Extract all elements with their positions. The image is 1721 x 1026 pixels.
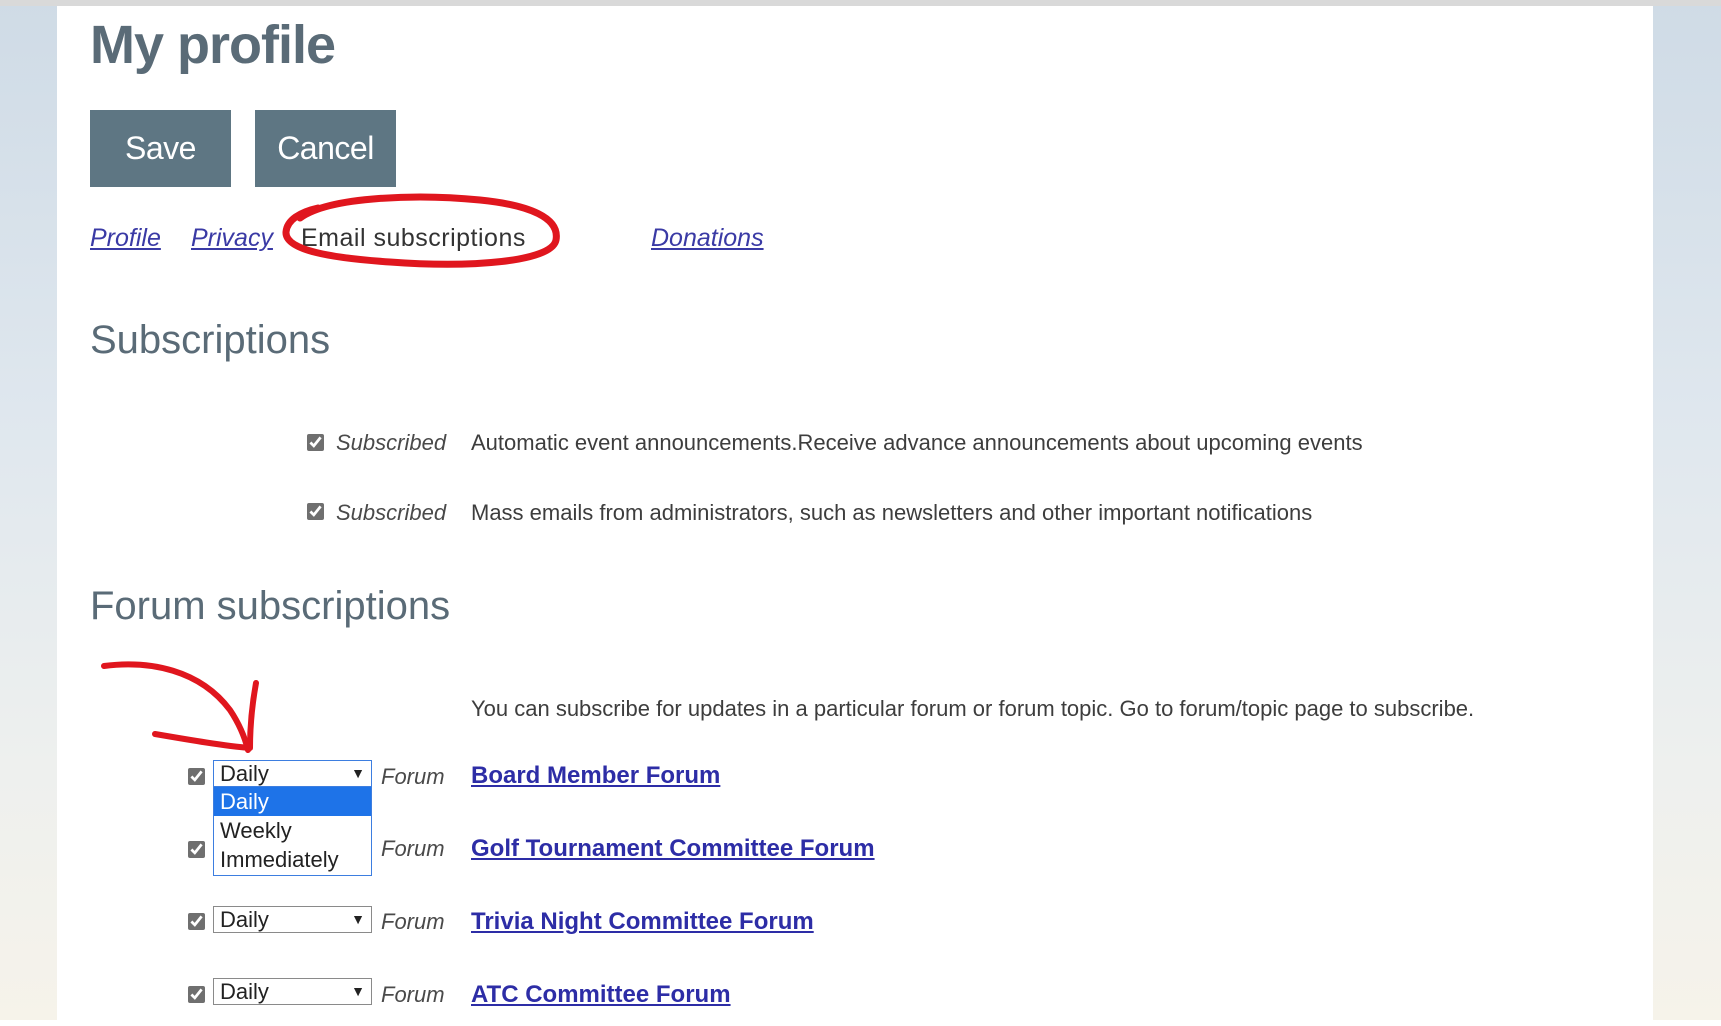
profile-panel: My profile Save Cancel Profile Privacy E… [57,6,1653,1020]
frequency-option-weekly[interactable]: Weekly [214,816,371,845]
forum-checkbox-trivia-night[interactable] [188,913,205,930]
forum-link-golf-tournament[interactable]: Golf Tournament Committee Forum [471,835,875,863]
tab-email-subscriptions: Email subscriptions [301,224,526,252]
forum-type-label: Forum [381,982,445,1007]
subscriptions-heading: Subscriptions [90,318,331,362]
frequency-select-atc[interactable]: Daily ▼ [213,978,372,1005]
frequency-select-value: Daily [220,907,269,932]
forum-checkbox-board-member[interactable] [188,768,205,785]
save-button[interactable]: Save [90,110,231,187]
dropdown-arrow-icon: ▼ [351,983,365,999]
frequency-select-value: Daily [220,979,269,1004]
page-title: My profile [90,15,336,75]
subscription-description-events: Automatic event announcements.Receive ad… [471,430,1363,455]
forum-type-label: Forum [381,909,445,934]
subscription-status-label: Subscribed [336,430,447,455]
forum-checkbox-atc[interactable] [188,986,205,1003]
forum-link-atc[interactable]: ATC Committee Forum [471,981,731,1009]
subscription-status-label: Subscribed [336,500,447,525]
subscription-checkbox-mass-emails[interactable] [307,503,324,520]
frequency-dropdown-list: Daily Weekly Immediately [213,787,372,876]
forum-checkbox-golf-tournament[interactable] [188,841,205,858]
window-bottom-edge [0,1020,1721,1026]
forum-info-text: You can subscribe for updates in a parti… [471,696,1475,721]
subscription-checkbox-events[interactable] [307,434,324,451]
frequency-select-trivia-night[interactable]: Daily ▼ [213,906,372,933]
frequency-option-immediately[interactable]: Immediately [214,845,371,874]
subscription-description-mass-emails: Mass emails from administrators, such as… [471,500,1313,525]
forum-link-board-member[interactable]: Board Member Forum [471,762,720,790]
forum-subscriptions-heading: Forum subscriptions [90,584,451,628]
forum-type-label: Forum [381,836,445,861]
forum-link-trivia-night[interactable]: Trivia Night Committee Forum [471,908,814,936]
tab-donations[interactable]: Donations [651,224,764,253]
dropdown-arrow-icon: ▼ [351,911,365,927]
dropdown-arrow-icon: ▼ [351,765,365,781]
forum-type-label: Forum [381,764,445,789]
frequency-select-board-member[interactable]: Daily ▼ [213,760,372,787]
frequency-select-value: Daily [220,761,269,786]
tab-privacy[interactable]: Privacy [191,224,273,253]
frequency-option-daily[interactable]: Daily [214,787,371,816]
tab-profile[interactable]: Profile [90,224,161,253]
cancel-button[interactable]: Cancel [255,110,396,187]
